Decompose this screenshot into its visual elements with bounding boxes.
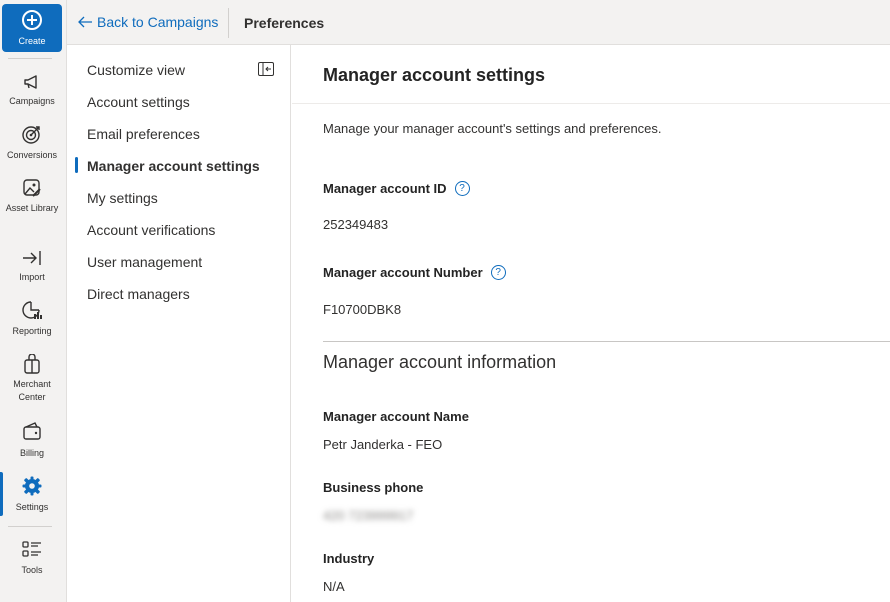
- rail-label: Import: [19, 272, 45, 282]
- left-nav-rail: Create Campaigns Conversions Asset Libra…: [0, 0, 67, 602]
- rail-label: Campaigns: [9, 96, 55, 106]
- rail-item-import[interactable]: Import: [0, 246, 64, 286]
- rail-label: Merchant Center: [13, 379, 51, 402]
- create-label: Create: [18, 36, 46, 46]
- manager-account-id-value: 252349483: [323, 217, 389, 232]
- subnav-item-manager-account-settings[interactable]: Manager account settings: [87, 158, 260, 174]
- page-title: Preferences: [244, 15, 325, 31]
- shopping-bag-icon: [24, 354, 40, 374]
- manager-account-number-label: Manager account Number ?: [323, 265, 506, 280]
- back-label: Back to Campaigns: [97, 14, 219, 30]
- rail-label: Tools: [21, 565, 43, 575]
- industry-label: Industry: [323, 551, 375, 566]
- subnav-item-my-settings[interactable]: My settings: [87, 190, 158, 206]
- rail-item-conversions[interactable]: Conversions: [0, 124, 64, 164]
- create-button[interactable]: Create: [2, 4, 62, 52]
- tools-list-icon: [22, 541, 41, 557]
- rail-label: Conversions: [6, 150, 58, 160]
- divider: [292, 103, 890, 104]
- rail-item-campaigns[interactable]: Campaigns: [0, 70, 64, 110]
- manager-account-name-value: Petr Janderka - FEO: [323, 437, 443, 452]
- rail-item-settings[interactable]: Settings: [0, 476, 64, 516]
- rail-label: Settings: [15, 502, 49, 512]
- manager-account-id-label: Manager account ID ?: [323, 181, 470, 196]
- subnav-item-user-management[interactable]: User management: [87, 254, 202, 270]
- section-heading: Manager account settings: [323, 65, 546, 85]
- subnav-item-customize-view[interactable]: Customize view: [87, 62, 185, 78]
- plus-icon: [22, 10, 42, 30]
- rail-label: Asset Library: [5, 203, 59, 213]
- business-phone-value: 420 723999917: [323, 508, 414, 523]
- subnav-active-indicator: [75, 157, 78, 173]
- rail-divider: [8, 526, 52, 527]
- subnav-item-account-verifications[interactable]: Account verifications: [87, 222, 215, 238]
- gear-icon: [22, 476, 42, 496]
- rail-label: Billing: [19, 448, 44, 458]
- rail-item-asset-library[interactable]: Asset Library: [0, 178, 64, 230]
- image-edit-icon: [23, 179, 41, 197]
- business-phone-label: Business phone: [323, 480, 424, 495]
- help-icon[interactable]: ?: [490, 265, 506, 280]
- rail-item-reporting[interactable]: Reporting: [0, 300, 64, 340]
- info-section-title: Manager account information: [323, 352, 557, 372]
- subnav-item-direct-managers[interactable]: Direct managers: [87, 286, 190, 302]
- rail-item-merchant-center[interactable]: Merchant Center: [0, 354, 64, 406]
- rail-item-billing[interactable]: Billing: [0, 422, 64, 462]
- manager-account-number-value: F10700DBK8: [323, 302, 402, 317]
- rail-item-tools[interactable]: Tools: [0, 540, 64, 580]
- field-label-text: Manager account Number: [323, 265, 483, 280]
- wallet-icon: [23, 422, 41, 440]
- field-label-text: Manager account ID: [323, 181, 447, 196]
- collapse-pane-icon[interactable]: [258, 62, 274, 76]
- topbar-divider: [228, 8, 229, 38]
- subnav-item-email-preferences[interactable]: Email preferences: [87, 126, 200, 142]
- megaphone-icon: [24, 75, 37, 89]
- rail-label: Reporting: [12, 326, 52, 336]
- target-icon: [22, 126, 40, 144]
- manager-account-name-label: Manager account Name: [323, 409, 469, 424]
- back-to-campaigns-link[interactable]: Back to Campaigns: [77, 14, 218, 30]
- subnav-item-account-settings[interactable]: Account settings: [87, 94, 190, 110]
- divider: [323, 341, 890, 342]
- section-description: Manage your manager account's settings a…: [323, 121, 662, 136]
- top-bar: Back to Campaigns Preferences: [67, 0, 890, 45]
- preferences-subnav: Customize view Account settings Email pr…: [67, 45, 291, 602]
- rail-divider: [8, 58, 52, 59]
- industry-value: N/A: [323, 579, 345, 594]
- help-icon[interactable]: ?: [454, 181, 470, 196]
- chart-icon: [22, 301, 42, 319]
- arrow-left-icon: [78, 16, 92, 28]
- main-content: Manager account settings Manage your man…: [292, 45, 890, 602]
- import-arrow-icon: [23, 251, 41, 265]
